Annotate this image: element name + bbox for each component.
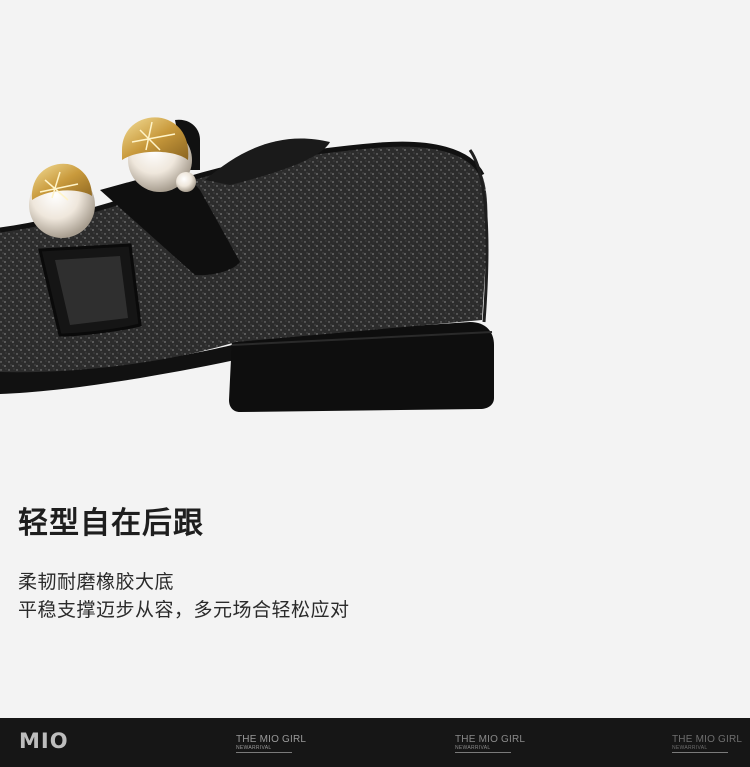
watermark-subtitle: NEWARRIVAL xyxy=(455,745,511,753)
watermark-subtitle: NEWARRIVAL xyxy=(236,745,292,753)
watermark-title: THE MIO GIRL xyxy=(236,734,307,745)
watermark: THE MIO GIRL NEWARRIVAL xyxy=(236,735,306,753)
watermark-title: THE MIO GIRL xyxy=(672,734,743,745)
pearl-ornament-front xyxy=(29,163,95,238)
shoe-illustration xyxy=(0,117,494,412)
watermark: THE MIO GIRL NEWARRIVAL xyxy=(455,735,525,753)
feature-description: 柔韧耐磨橡胶大底 平稳支撑迈步从容，多元场合轻松应对 xyxy=(18,568,718,624)
description-line-1: 柔韧耐磨橡胶大底 xyxy=(18,571,175,593)
description-line-2: 平稳支撑迈步从容，多元场合轻松应对 xyxy=(18,599,350,621)
feature-copy: 轻型自在后跟 柔韧耐磨橡胶大底 平稳支撑迈步从容，多元场合轻松应对 xyxy=(18,502,718,624)
brand-logo: MIO xyxy=(19,729,69,753)
watermark-title: THE MIO GIRL xyxy=(455,734,526,745)
watermark: THE MIO GIRL NEWARRIVAL xyxy=(672,735,742,753)
watermark-subtitle: NEWARRIVAL xyxy=(672,745,728,753)
product-image xyxy=(0,0,750,470)
footer-bar: MIO THE MIO GIRL NEWARRIVAL THE MIO GIRL… xyxy=(0,718,750,767)
feature-headline: 轻型自在后跟 xyxy=(18,506,204,541)
